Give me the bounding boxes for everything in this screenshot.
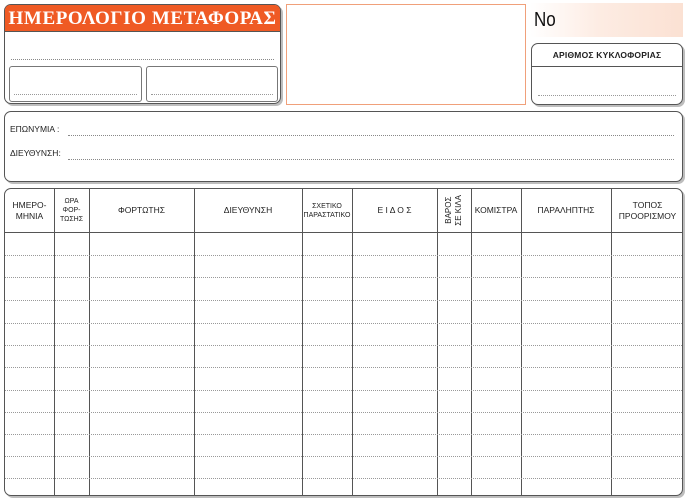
column-header-weight: ΒΑΡΟΣ ΣΕ ΚΙΛΑ <box>444 195 463 226</box>
sub-field-left[interactable] <box>9 66 142 102</box>
column-divider <box>194 189 195 495</box>
name-row[interactable]: ΕΠΩΝΥΜΙΑ : <box>10 124 674 138</box>
header-separator <box>5 232 682 233</box>
column-divider <box>352 189 353 495</box>
plate-box[interactable]: ΑΡΙΘΜΟΣ ΚΥΚΛΟΦΟΡΙΑΣ <box>531 43 683 105</box>
info-box: ΕΠΩΝΥΜΙΑ : ΔΙΕΥΘΥΝΣΗ: <box>4 111 683 182</box>
column-divider <box>302 189 303 495</box>
table-row-line[interactable] <box>5 323 682 324</box>
table-row-line[interactable] <box>5 277 682 278</box>
address-row[interactable]: ΔΙΕΥΘΥΝΣΗ: <box>10 148 674 162</box>
column-header-shipper: ΦΟΡΤΩΤΗΣ <box>117 205 166 215</box>
title-blank-line <box>11 59 274 60</box>
stamp-area <box>286 4 526 105</box>
column-divider <box>437 189 438 495</box>
column-header-address: ΔΙΕΥΘΥΝΣΗ <box>223 205 273 215</box>
name-field-line <box>68 135 674 136</box>
column-divider <box>521 189 522 495</box>
document-title: ΗΜΕΡΟΛΟΓΙΟ ΜΕΤΑΦΟΡΑΣ <box>5 5 280 32</box>
number-label: Νο <box>534 9 556 31</box>
plate-field-line <box>538 95 676 96</box>
column-header-loading-time: ΩΡΑ ΦΟΡ- ΤΩΣΗΣ <box>59 198 84 223</box>
table-row-line[interactable] <box>5 478 682 479</box>
number-area: Νο <box>530 3 683 37</box>
column-header-destination: ΤΟΠΟΣ ΠΡΟΟΡΙΣΜΟΥ <box>618 199 677 221</box>
table-row-line[interactable] <box>5 345 682 346</box>
column-header-date: ΗΜΕΡΟ- ΜΗΝΙΑ <box>12 199 47 221</box>
column-header-document: ΣΧΕΤΙΚΟ ΠΑΡΑΣΤΑΤΙΚΟ <box>303 202 351 219</box>
transport-table: ΗΜΕΡΟ- ΜΗΝΙΑ ΩΡΑ ΦΟΡ- ΤΩΣΗΣ ΦΟΡΤΩΤΗΣ ΔΙΕΥΘΥ… <box>4 188 683 496</box>
column-divider <box>89 189 90 495</box>
column-divider <box>611 189 612 495</box>
sub-field-right[interactable] <box>146 66 278 102</box>
column-divider <box>471 189 472 495</box>
name-label: ΕΠΩΝΥΜΙΑ : <box>10 124 60 134</box>
address-field-line <box>68 159 674 160</box>
table-row-line[interactable] <box>5 434 682 435</box>
plate-label: ΑΡΙΘΜΟΣ ΚΥΚΛΟΦΟΡΙΑΣ <box>532 44 682 67</box>
address-label: ΔΙΕΥΘΥΝΣΗ: <box>10 148 61 158</box>
column-divider <box>54 189 55 495</box>
table-row-line[interactable] <box>5 367 682 368</box>
table-row-line[interactable] <box>5 390 682 391</box>
table-row-line[interactable] <box>5 412 682 413</box>
column-header-type: Ε Ι Δ Ο Σ <box>377 205 412 215</box>
title-block: ΗΜΕΡΟΛΟΓΙΟ ΜΕΤΑΦΟΡΑΣ <box>4 4 281 104</box>
column-header-freight: ΚΟΜΙΣΤΡΑ <box>474 205 518 215</box>
table-row-line[interactable] <box>5 300 682 301</box>
column-header-consignee: ΠΑΡΑΛΗΠΤΗΣ <box>537 205 595 215</box>
table-row-line[interactable] <box>5 456 682 457</box>
table-row-line[interactable] <box>5 255 682 256</box>
